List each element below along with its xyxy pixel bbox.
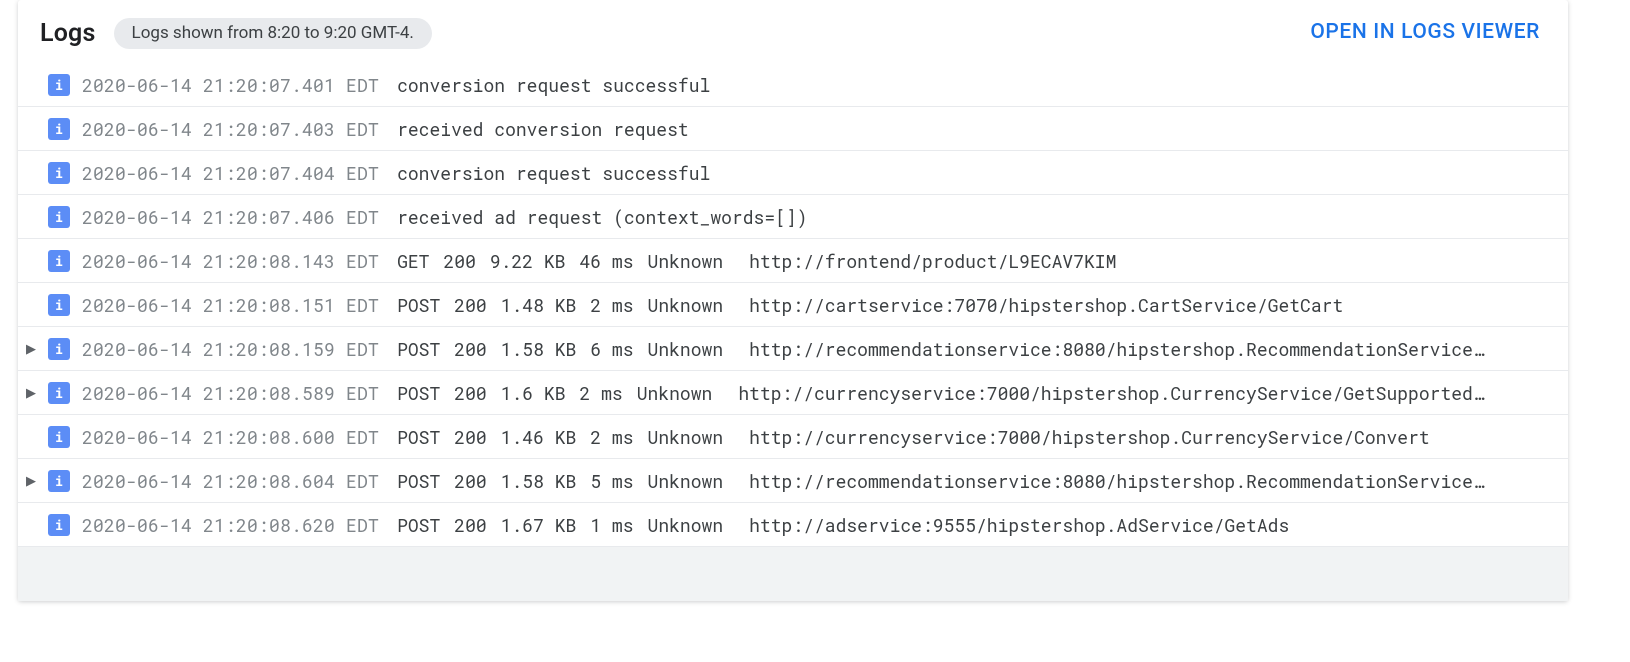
http-agent: Unknown: [637, 381, 713, 405]
http-method: POST: [397, 337, 440, 361]
log-row[interactable]: i 2020-06-14 21:20:07.403 EDT received con…: [18, 107, 1568, 151]
severity-info-icon: i: [48, 426, 70, 448]
http-agent: Unknown: [648, 337, 724, 361]
log-message: received conversion request: [397, 117, 1550, 141]
log-message: conversion request successful: [397, 161, 1550, 185]
logs-panel: Logs Logs shown from 8:20 to 9:20 GMT-4.…: [18, 0, 1568, 601]
http-latency: 46 ms: [580, 249, 634, 273]
http-size: 9.22 KB: [490, 249, 566, 273]
http-url: http://cartservice:7070/hipstershop.Cart…: [749, 293, 1550, 317]
page-title: Logs: [40, 19, 96, 48]
expand-toggle-icon[interactable]: ▶: [24, 386, 38, 399]
severity-info-icon: i: [48, 118, 70, 140]
http-latency: 2 ms: [580, 381, 623, 405]
log-timestamp: 2020-06-14 21:20:08.600 EDT: [82, 425, 379, 449]
http-url: http://adservice:9555/hipstershop.AdServ…: [749, 513, 1550, 537]
http-url: http://recommendationservice:8080/hipste…: [749, 337, 1550, 361]
http-agent: Unknown: [648, 293, 724, 317]
http-method: POST: [397, 425, 440, 449]
http-method: POST: [397, 513, 440, 537]
severity-info-icon: i: [48, 514, 70, 536]
log-row[interactable]: i 2020-06-14 21:20:07.401 EDT conversion r…: [18, 63, 1568, 107]
http-status: 200: [454, 513, 486, 537]
http-method: POST: [397, 469, 440, 493]
http-summary: POST 200 1.48 KB 2 ms Unknown http://cartserv…: [397, 293, 1550, 317]
log-timestamp: 2020-06-14 21:20:08.604 EDT: [82, 469, 379, 493]
http-url: http://recommendationservice:8080/hipste…: [749, 469, 1550, 493]
http-latency: 2 ms: [590, 425, 633, 449]
expand-toggle-icon[interactable]: ▶: [24, 474, 38, 487]
log-row[interactable]: i 2020-06-14 21:20:08.620 EDT POST 200 1.67 …: [18, 503, 1568, 547]
log-rows: i 2020-06-14 21:20:07.401 EDT conversion r…: [18, 63, 1568, 547]
http-agent: Unknown: [648, 249, 724, 273]
http-url: http://currencyservice:7000/hipstershop.…: [738, 381, 1550, 405]
http-summary: POST 200 1.67 KB 1 ms Unknown http://adservic…: [397, 513, 1550, 537]
http-url: http://currencyservice:7000/hipstershop.…: [749, 425, 1550, 449]
log-timestamp: 2020-06-14 21:20:08.159 EDT: [82, 337, 379, 361]
http-size: 1.48 KB: [501, 293, 577, 317]
http-agent: Unknown: [648, 469, 724, 493]
severity-info-icon: i: [48, 162, 70, 184]
log-message: received ad request (context_words=[]): [397, 205, 1550, 229]
severity-info-icon: i: [48, 206, 70, 228]
http-latency: 1 ms: [590, 513, 633, 537]
expand-toggle-icon[interactable]: ▶: [24, 342, 38, 355]
http-size: 1.58 KB: [501, 469, 577, 493]
log-timestamp: 2020-06-14 21:20:07.406 EDT: [82, 205, 379, 229]
http-summary: POST 200 1.6 KB 2 ms Unknown http://currencys…: [397, 381, 1550, 405]
http-summary: GET 200 9.22 KB 46 ms Unknown http://frontend…: [397, 249, 1550, 273]
http-method: POST: [397, 381, 440, 405]
open-in-logs-viewer-link[interactable]: OPEN IN LOGS VIEWER: [1310, 20, 1540, 44]
log-timestamp: 2020-06-14 21:20:08.620 EDT: [82, 513, 379, 537]
log-row[interactable]: i 2020-06-14 21:20:07.406 EDT received ad …: [18, 195, 1568, 239]
time-range-chip[interactable]: Logs shown from 8:20 to 9:20 GMT-4.: [114, 18, 432, 49]
log-timestamp: 2020-06-14 21:20:08.143 EDT: [82, 249, 379, 273]
severity-info-icon: i: [48, 74, 70, 96]
severity-info-icon: i: [48, 382, 70, 404]
panel-footer: [18, 547, 1568, 601]
http-agent: Unknown: [648, 513, 724, 537]
log-timestamp: 2020-06-14 21:20:07.403 EDT: [82, 117, 379, 141]
log-timestamp: 2020-06-14 21:20:07.404 EDT: [82, 161, 379, 185]
http-size: 1.67 KB: [501, 513, 577, 537]
http-url: http://frontend/product/L9ECAV7KIM: [749, 249, 1550, 273]
log-row[interactable]: i 2020-06-14 21:20:08.143 EDT GET 200 9.22 K…: [18, 239, 1568, 283]
http-status: 200: [454, 293, 486, 317]
log-row[interactable]: ▶ i 2020-06-14 21:20:08.589 EDT POST 200 1.6 …: [18, 371, 1568, 415]
http-summary: POST 200 1.58 KB 5 ms Unknown http://recommen…: [397, 469, 1550, 493]
http-summary: POST 200 1.46 KB 2 ms Unknown http://currency…: [397, 425, 1550, 449]
log-row[interactable]: i 2020-06-14 21:20:08.600 EDT POST 200 1.46 …: [18, 415, 1568, 459]
severity-info-icon: i: [48, 338, 70, 360]
log-timestamp: 2020-06-14 21:20:08.151 EDT: [82, 293, 379, 317]
http-latency: 5 ms: [590, 469, 633, 493]
log-timestamp: 2020-06-14 21:20:07.401 EDT: [82, 73, 379, 97]
http-status: 200: [454, 425, 486, 449]
http-status: 200: [454, 469, 486, 493]
http-size: 1.6 KB: [501, 381, 566, 405]
severity-info-icon: i: [48, 250, 70, 272]
http-summary: POST 200 1.58 KB 6 ms Unknown http://recommen…: [397, 337, 1550, 361]
log-row[interactable]: i 2020-06-14 21:20:07.404 EDT conversion r…: [18, 151, 1568, 195]
http-size: 1.58 KB: [501, 337, 577, 361]
log-message: conversion request successful: [397, 73, 1550, 97]
severity-info-icon: i: [48, 470, 70, 492]
http-status: 200: [454, 381, 486, 405]
http-latency: 6 ms: [590, 337, 633, 361]
http-latency: 2 ms: [590, 293, 633, 317]
http-agent: Unknown: [648, 425, 724, 449]
severity-info-icon: i: [48, 294, 70, 316]
http-method: POST: [397, 293, 440, 317]
http-status: 200: [443, 249, 475, 273]
log-timestamp: 2020-06-14 21:20:08.589 EDT: [82, 381, 379, 405]
log-row[interactable]: i 2020-06-14 21:20:08.151 EDT POST 200 1.48 …: [18, 283, 1568, 327]
logs-header: Logs Logs shown from 8:20 to 9:20 GMT-4.…: [18, 0, 1568, 63]
log-row[interactable]: ▶ i 2020-06-14 21:20:08.159 EDT POST 200 1.58…: [18, 327, 1568, 371]
log-row[interactable]: ▶ i 2020-06-14 21:20:08.604 EDT POST 200 1.58…: [18, 459, 1568, 503]
http-method: GET: [397, 249, 429, 273]
http-status: 200: [454, 337, 486, 361]
http-size: 1.46 KB: [501, 425, 577, 449]
